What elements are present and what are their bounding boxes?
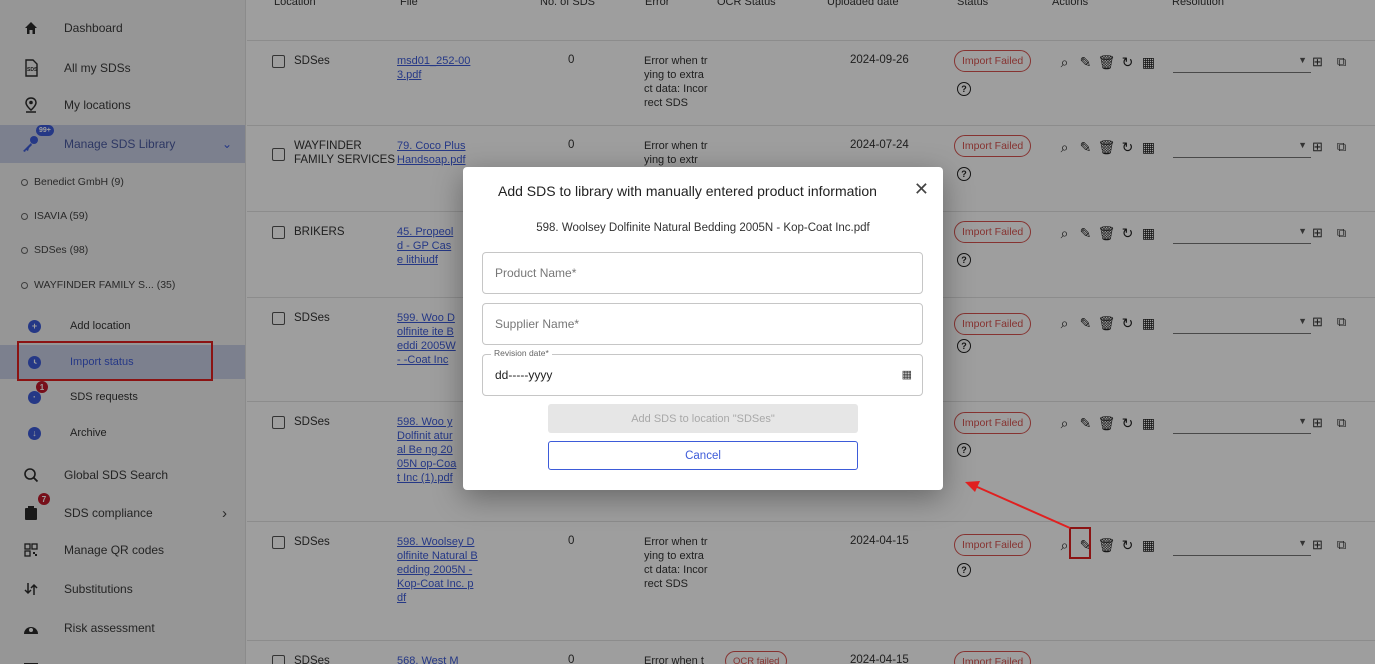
revision-date-label: Revision date* bbox=[491, 348, 552, 358]
close-icon[interactable]: ✕ bbox=[914, 179, 929, 200]
modal-file-name: 598. Woolsey Dolfinite Natural Bedding 2… bbox=[536, 222, 870, 234]
supplier-name-input[interactable] bbox=[483, 304, 922, 344]
revision-date-input[interactable] bbox=[483, 355, 922, 395]
product-name-input[interactable] bbox=[483, 253, 922, 293]
modal-title: Add SDS to library with manually entered… bbox=[498, 183, 877, 199]
revision-date-field[interactable]: Revision date* ▦ bbox=[482, 348, 923, 396]
cancel-button[interactable]: Cancel bbox=[548, 441, 858, 470]
supplier-name-field[interactable] bbox=[482, 303, 923, 345]
add-sds-modal: Add SDS to library with manually entered… bbox=[463, 167, 943, 490]
product-name-field[interactable] bbox=[482, 252, 923, 294]
add-sds-button[interactable]: Add SDS to location "SDSes" bbox=[548, 404, 858, 433]
calendar-icon[interactable]: ▦ bbox=[902, 368, 912, 381]
